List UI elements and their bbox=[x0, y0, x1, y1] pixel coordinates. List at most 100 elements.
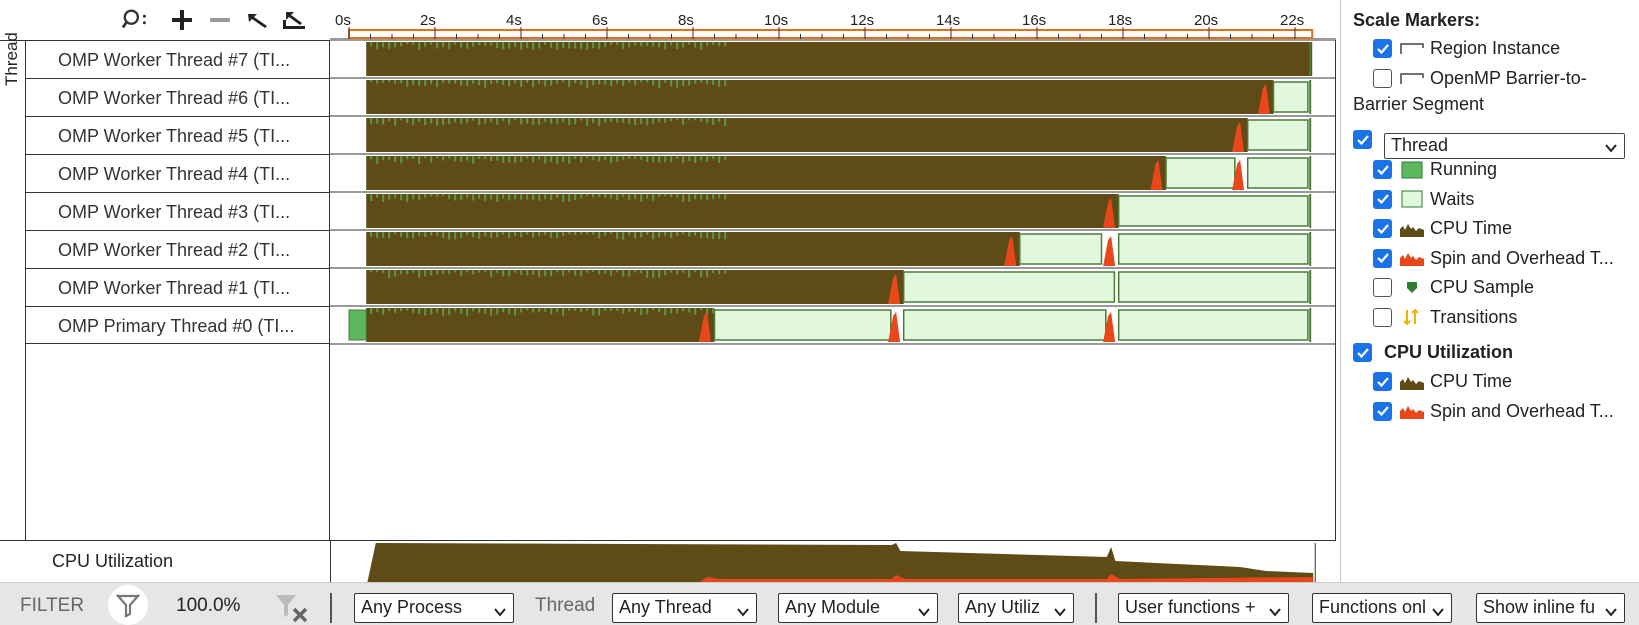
checkbox-icon[interactable] bbox=[1373, 219, 1392, 238]
search-icon[interactable] bbox=[122, 6, 150, 34]
running-spike bbox=[598, 232, 601, 239]
running-spike bbox=[676, 156, 679, 159]
running-spike bbox=[376, 80, 379, 84]
thread-name-row[interactable]: OMP Primary Thread #0 (TI... bbox=[26, 306, 330, 344]
legend-region-instance[interactable]: Region Instance bbox=[1373, 38, 1560, 59]
running-spike bbox=[388, 156, 391, 161]
checkbox-icon[interactable] bbox=[1373, 39, 1392, 58]
running-spike bbox=[508, 118, 511, 125]
running-spike bbox=[670, 156, 673, 163]
running-spike bbox=[466, 80, 469, 87]
thread-group-select[interactable]: Thread bbox=[1384, 133, 1625, 159]
legend-label: Spin and Overhead T... bbox=[1430, 400, 1614, 421]
running-spike bbox=[622, 232, 625, 240]
time-ruler[interactable]: 0s 2s 4s 6s 8s 10s 12s 14s 16s 18s 20s 22s bbox=[330, 0, 1336, 40]
module-select[interactable]: Any Module bbox=[778, 593, 938, 623]
running-spike bbox=[412, 270, 415, 273]
ruler-tick-label: 0s bbox=[335, 12, 351, 29]
legend-openmp-barrier[interactable]: OpenMP Barrier-to- bbox=[1373, 68, 1587, 89]
inline-functions-value: Show inline fu bbox=[1483, 597, 1596, 617]
thread-select[interactable]: Any Thread bbox=[612, 593, 757, 623]
running-spike bbox=[370, 270, 373, 273]
running-spike bbox=[460, 232, 463, 238]
thread-name-row[interactable]: OMP Worker Thread #1 (TI... bbox=[26, 268, 330, 306]
legend-item-spin-and-overhead-t[interactable]: Spin and Overhead T... bbox=[1373, 401, 1614, 422]
running-spike bbox=[652, 194, 655, 201]
checkbox-icon[interactable] bbox=[1353, 343, 1372, 362]
cpu-time-band bbox=[366, 194, 1119, 228]
running-spike bbox=[688, 80, 691, 86]
running-spike bbox=[400, 80, 403, 84]
running-spike bbox=[610, 156, 613, 164]
legend-item-cpu-time[interactable]: CPU Time bbox=[1373, 371, 1512, 392]
thread-name-row[interactable]: OMP Worker Thread #5 (TI... bbox=[26, 116, 330, 154]
legend-thread-group-toggle[interactable] bbox=[1353, 130, 1372, 149]
thread-name-row[interactable]: OMP Worker Thread #4 (TI... bbox=[26, 154, 330, 192]
running-spike bbox=[412, 194, 415, 199]
functions-mode-select[interactable]: User functions + bbox=[1118, 593, 1289, 623]
thread-timeline[interactable] bbox=[330, 40, 1336, 540]
running-spike bbox=[664, 270, 667, 276]
checkbox-icon[interactable] bbox=[1373, 401, 1392, 421]
running-spike bbox=[430, 42, 433, 45]
thread-name-row[interactable]: OMP Worker Thread #7 (TI... bbox=[26, 40, 330, 78]
legend-item-cpu-time[interactable]: CPU Time bbox=[1373, 218, 1512, 239]
running-spike bbox=[490, 194, 493, 200]
running-spike bbox=[616, 80, 619, 84]
checkbox-icon[interactable] bbox=[1373, 69, 1392, 88]
running-spike bbox=[670, 118, 673, 122]
ruler-tick-label: 10s bbox=[764, 12, 788, 29]
zoom-in-icon[interactable] bbox=[168, 6, 196, 34]
zoom-out-icon[interactable] bbox=[206, 6, 234, 34]
running-spike bbox=[682, 270, 685, 273]
running-spike bbox=[430, 270, 433, 276]
running-spike bbox=[466, 194, 469, 198]
checkbox-icon[interactable] bbox=[1373, 248, 1392, 268]
thread-name-row[interactable]: OMP Worker Thread #6 (TI... bbox=[26, 78, 330, 116]
running-spike bbox=[664, 80, 667, 83]
running-spike bbox=[586, 270, 589, 273]
running-spike bbox=[544, 194, 547, 200]
process-select[interactable]: Any Process bbox=[354, 593, 514, 623]
checkbox-icon[interactable] bbox=[1353, 130, 1372, 149]
running-spike bbox=[388, 80, 391, 83]
filter-icon[interactable] bbox=[108, 585, 148, 625]
running-spike bbox=[520, 308, 523, 313]
checkbox-icon[interactable] bbox=[1373, 160, 1392, 179]
running-spike bbox=[628, 80, 631, 83]
clear-filter-icon[interactable] bbox=[272, 593, 312, 625]
functions-only-select[interactable]: Functions onl bbox=[1312, 593, 1452, 623]
running-spike bbox=[604, 42, 607, 47]
legend-item-cpu-sample[interactable]: CPU Sample bbox=[1373, 277, 1534, 298]
reset-zoom-icon[interactable] bbox=[280, 6, 308, 34]
running-spike bbox=[664, 232, 667, 236]
running-spike bbox=[460, 270, 463, 276]
undo-zoom-icon[interactable] bbox=[244, 6, 272, 34]
legend-item-spin-and-overhead-t[interactable]: Spin and Overhead T... bbox=[1373, 248, 1614, 269]
utilization-select[interactable]: Any Utiliz bbox=[958, 593, 1074, 623]
running-spike bbox=[454, 156, 457, 162]
checkbox-icon[interactable] bbox=[1373, 307, 1392, 327]
running-spike bbox=[406, 194, 409, 202]
checkbox-icon[interactable] bbox=[1373, 189, 1392, 209]
cpu-utilization-chart[interactable] bbox=[330, 541, 1336, 583]
checkbox-icon[interactable] bbox=[1373, 278, 1392, 297]
thread-name-row[interactable]: OMP Worker Thread #3 (TI... bbox=[26, 192, 330, 230]
running-spike bbox=[586, 118, 589, 126]
legend-item-transitions[interactable]: Transitions bbox=[1373, 307, 1517, 328]
running-spike bbox=[376, 156, 379, 164]
region-marker-icon bbox=[1400, 40, 1424, 58]
legend-item-running[interactable]: Running bbox=[1373, 159, 1497, 180]
running-spike bbox=[592, 232, 595, 235]
running-spike bbox=[484, 270, 487, 273]
running-spike bbox=[478, 270, 481, 273]
running-spike bbox=[424, 270, 427, 277]
running-spike bbox=[466, 232, 469, 236]
legend-cpu-utilization[interactable]: CPU Utilization bbox=[1353, 342, 1513, 363]
legend-item-waits[interactable]: Waits bbox=[1373, 189, 1474, 210]
inline-functions-select[interactable]: Show inline fu bbox=[1476, 593, 1625, 623]
thread-name-row[interactable]: OMP Worker Thread #2 (TI... bbox=[26, 230, 330, 268]
running-spike bbox=[562, 42, 565, 49]
running-spike bbox=[448, 232, 451, 240]
checkbox-icon[interactable] bbox=[1373, 372, 1392, 391]
